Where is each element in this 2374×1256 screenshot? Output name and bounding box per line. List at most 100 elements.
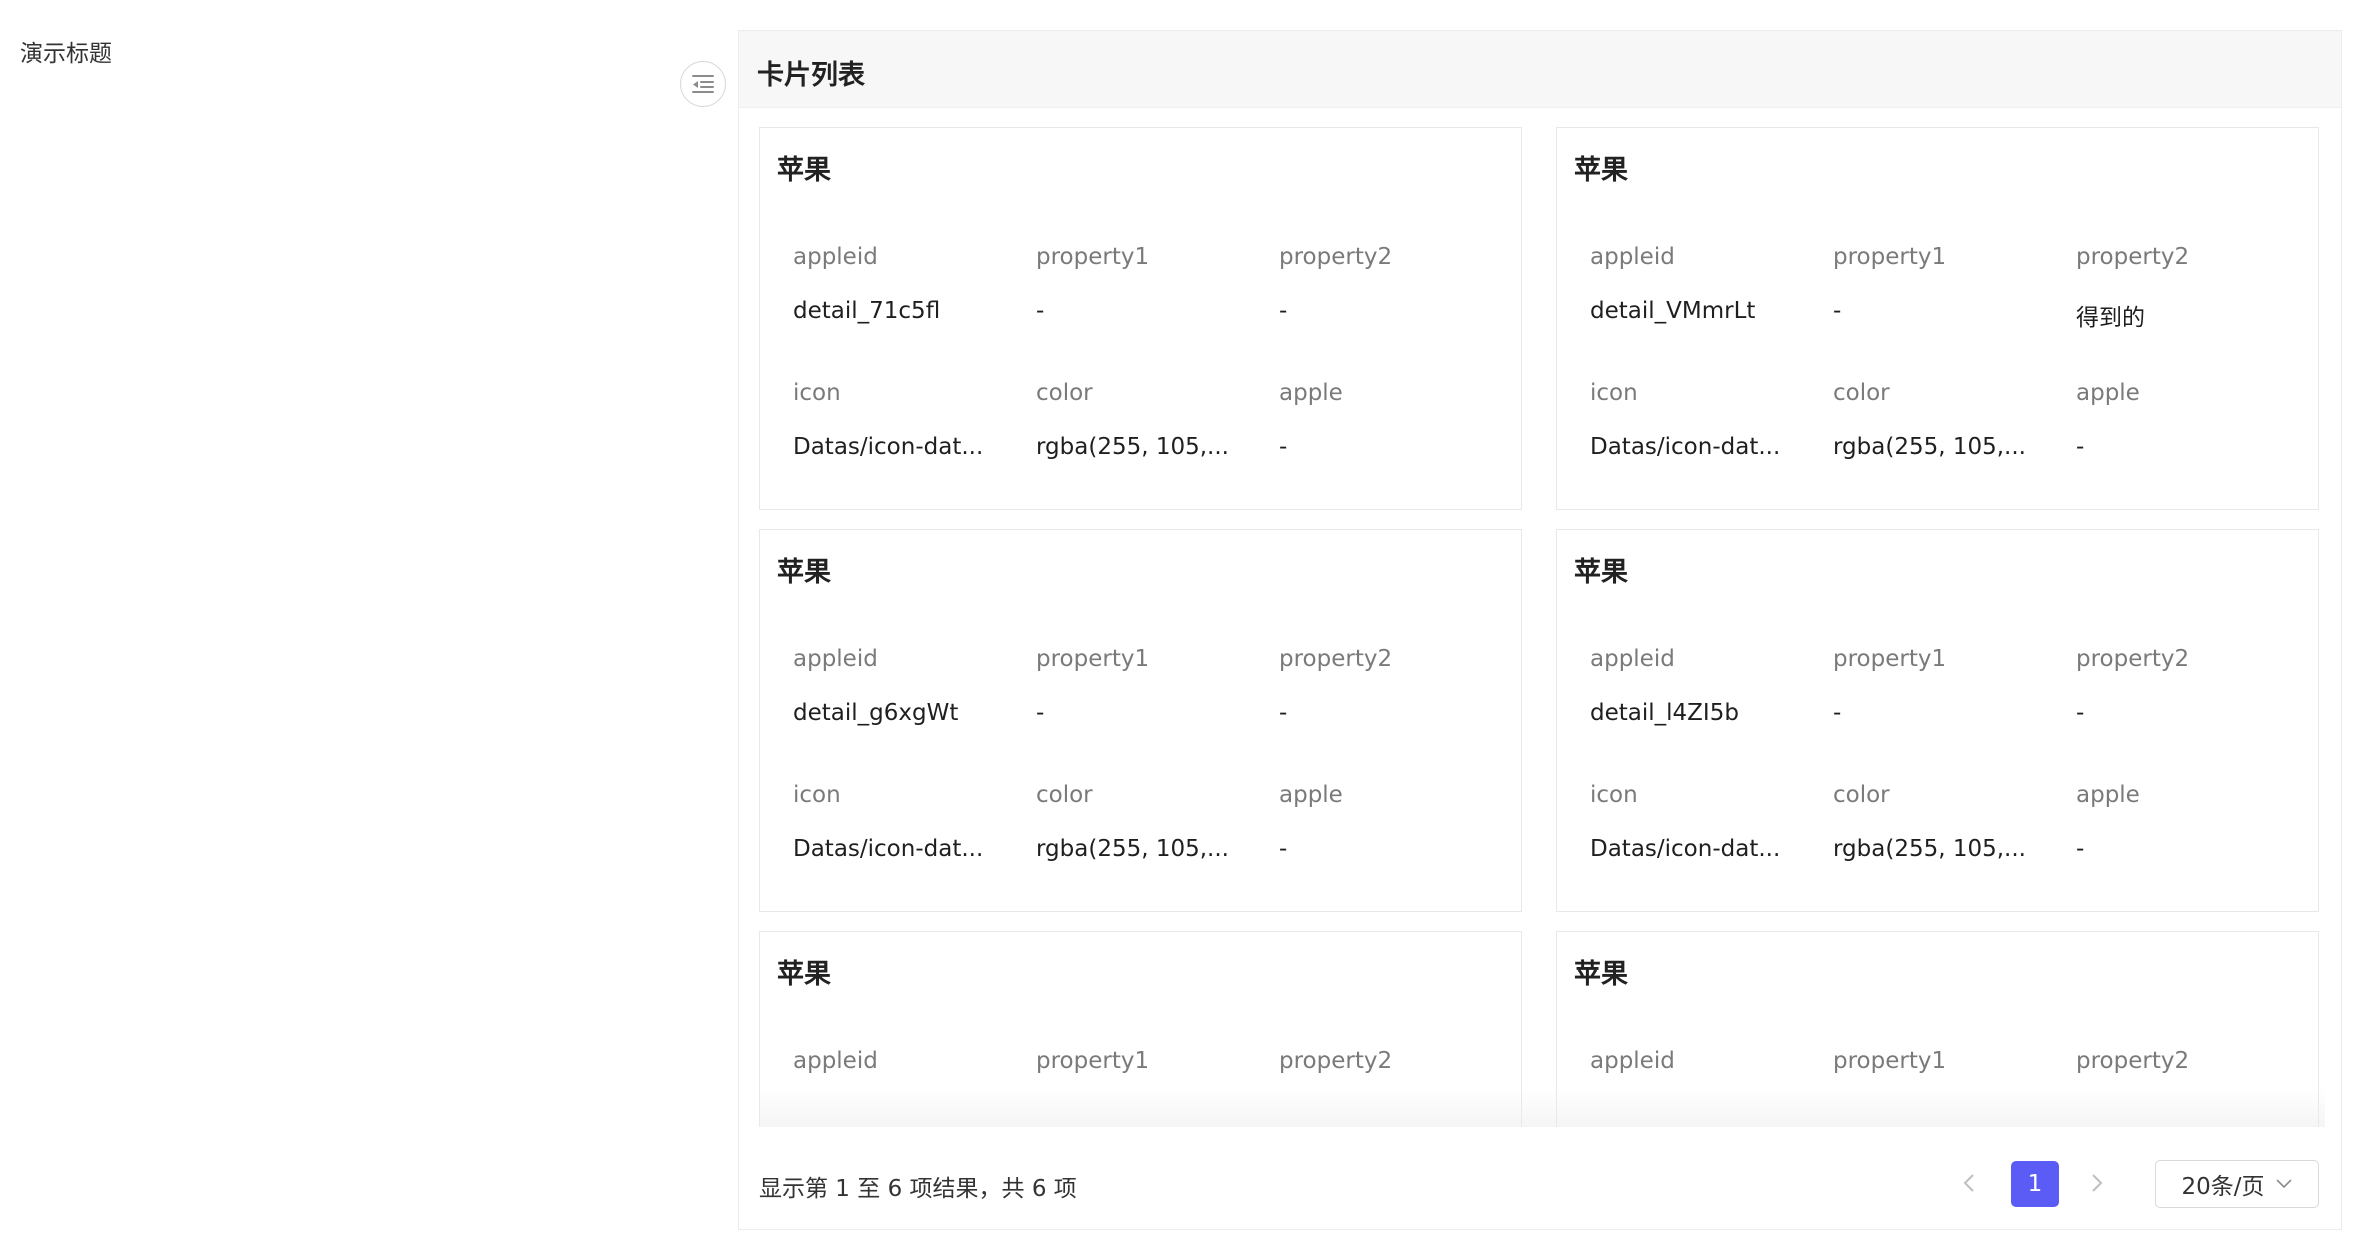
card-field-label: appleid	[793, 1048, 878, 1074]
card-item[interactable]: 苹果 appleid detail_l4ZI5b property1- property…	[1556, 529, 2319, 912]
card-field: appleid detail_71c5fl	[793, 244, 1023, 324]
card-field: property2 得到的	[2076, 244, 2306, 332]
card-field-label: appleid	[793, 646, 878, 672]
result-summary: 显示第 1 至 6 项结果，共 6 项	[759, 1176, 1077, 1202]
card-field-label: icon	[793, 380, 841, 406]
card-field-value: Datas/icon-dat...	[1590, 836, 1781, 862]
card-title: 苹果	[777, 155, 831, 186]
card-item[interactable]: 苹果 appleid property1 property2	[1556, 931, 2319, 1127]
card-field: property2 -	[2076, 646, 2306, 726]
demo-title: 演示标题	[20, 41, 112, 67]
card-field-label: color	[1036, 380, 1093, 406]
card-field-label: appleid	[793, 244, 878, 270]
card-list-panel: 卡片列表 苹果 appleid detail_71c5fl property1 - pro…	[738, 30, 2342, 1230]
card-field-value: detail_l4ZI5b	[1590, 700, 1739, 726]
panel-header: 卡片列表	[739, 31, 2341, 108]
card-field: property2 -	[1279, 646, 1509, 726]
card-field-value: 得到的	[2076, 305, 2145, 331]
card-field-label: property2	[2076, 244, 2190, 270]
sidebar-collapse-button[interactable]	[680, 61, 726, 107]
card-field: property2 -	[1279, 244, 1509, 324]
card-field-label: property2	[1279, 244, 1393, 270]
card-field: icon Datas/icon-dat...	[793, 782, 1023, 862]
card-field-label: property1	[1036, 244, 1150, 270]
card-item[interactable]: 苹果 appleid detail_g6xgWt property1- property…	[759, 529, 1522, 912]
card-field-value: Datas/icon-dat...	[793, 836, 984, 862]
card-field-value: detail_71c5fl	[793, 298, 941, 324]
card-field-label: appleid	[1590, 1048, 1675, 1074]
card-field-value: rgba(255, 105,...	[1036, 434, 1229, 460]
card-field-label: property1	[1833, 244, 1947, 270]
card-field: icon Datas/icon-dat...	[1590, 782, 1820, 862]
card-field: property1 -	[1036, 646, 1266, 726]
card-field-value: rgba(255, 105,...	[1833, 434, 2026, 460]
card-field: apple -	[2076, 380, 2306, 460]
card-field: appleid	[1590, 1048, 1820, 1102]
card-field: apple -	[1279, 380, 1509, 460]
card-field-label: apple	[1279, 380, 1343, 406]
card-field-value: rgba(255, 105,...	[1833, 836, 2026, 862]
card-field-label: icon	[1590, 380, 1638, 406]
chevron-right-icon	[2092, 1174, 2103, 1192]
card-field: appleid detail_l4ZI5b	[1590, 646, 1820, 726]
card-field-label: appleid	[1590, 646, 1675, 672]
card-field-label: property1	[1833, 1048, 1947, 1074]
card-field: apple -	[2076, 782, 2306, 862]
card-field-value: rgba(255, 105,...	[1036, 836, 1229, 862]
card-field-value: -	[2076, 434, 2085, 460]
next-page-button[interactable]	[2081, 1167, 2113, 1199]
card-title: 苹果	[1574, 557, 1628, 588]
card-field-label: apple	[2076, 782, 2140, 808]
card-item[interactable]: 苹果 appleid detail_71c5fl property1- property…	[759, 127, 1522, 510]
card-field-value: -	[1833, 298, 1842, 324]
card-field-value: -	[1279, 298, 1288, 324]
card-field-label: apple	[2076, 380, 2140, 406]
page-root: 演示标题 卡片列表 苹果 appleid detail_71c5fl property…	[0, 0, 2374, 1256]
card-field-value: -	[1279, 836, 1288, 862]
card-field: property1	[1833, 1048, 2063, 1102]
card-field: color rgba(255, 105,...	[1833, 782, 2063, 862]
card-field: color rgba(255, 105,...	[1036, 782, 1266, 862]
card-field-label: color	[1036, 782, 1093, 808]
card-grid: 苹果 appleid detail_71c5fl property1 - property…	[759, 127, 2325, 1127]
indent-collapse-icon	[692, 75, 714, 93]
card-item[interactable]: 苹果 appleid detail_VMmrLt property1- property…	[1556, 127, 2319, 510]
card-title: 苹果	[1574, 959, 1628, 990]
card-field: appleid detail_VMmrLt	[1590, 244, 1820, 324]
card-field: apple -	[1279, 782, 1509, 862]
card-field-label: property2	[2076, 646, 2190, 672]
card-field-value: -	[1833, 700, 1842, 726]
card-item[interactable]: 苹果 appleid property1 property2	[759, 931, 1522, 1127]
panel-title: 卡片列表	[757, 60, 865, 91]
card-field-value: -	[1279, 700, 1288, 726]
card-field-value: -	[1036, 298, 1045, 324]
page-size-select[interactable]: 20条/页	[2155, 1160, 2319, 1208]
card-field-value: detail_g6xgWt	[793, 700, 959, 726]
card-field: icon Datas/icon-dat...	[793, 380, 1023, 460]
card-field: property1 -	[1036, 244, 1266, 324]
card-field-value: -	[2076, 700, 2085, 726]
card-field: property1 -	[1833, 646, 2063, 726]
card-list-scroll-area[interactable]: 苹果 appleid detail_71c5fl property1 - property…	[759, 127, 2325, 1127]
card-field-value: detail_VMmrLt	[1590, 298, 1756, 324]
card-field-label: color	[1833, 380, 1890, 406]
card-field-label: property2	[1279, 1048, 1393, 1074]
card-field-label: property1	[1036, 1048, 1150, 1074]
card-field-label: icon	[1590, 782, 1638, 808]
card-field: property2	[2076, 1048, 2306, 1102]
page-1-button[interactable]: 1	[2011, 1161, 2059, 1207]
card-field: color rgba(255, 105,...	[1833, 380, 2063, 460]
chevron-left-icon	[1963, 1174, 1974, 1192]
page-size-value: 20条/页	[2181, 1174, 2265, 1200]
card-field: property1	[1036, 1048, 1266, 1102]
card-field-value: -	[2076, 836, 2085, 862]
card-field-label: color	[1833, 782, 1890, 808]
card-field-label: apple	[1279, 782, 1343, 808]
card-title: 苹果	[777, 557, 831, 588]
card-title: 苹果	[1574, 155, 1628, 186]
card-field-label: appleid	[1590, 244, 1675, 270]
card-field: property1 -	[1833, 244, 2063, 324]
card-field: appleid	[793, 1048, 1023, 1102]
card-field-value: -	[1036, 700, 1045, 726]
prev-page-button[interactable]	[1953, 1167, 1985, 1199]
